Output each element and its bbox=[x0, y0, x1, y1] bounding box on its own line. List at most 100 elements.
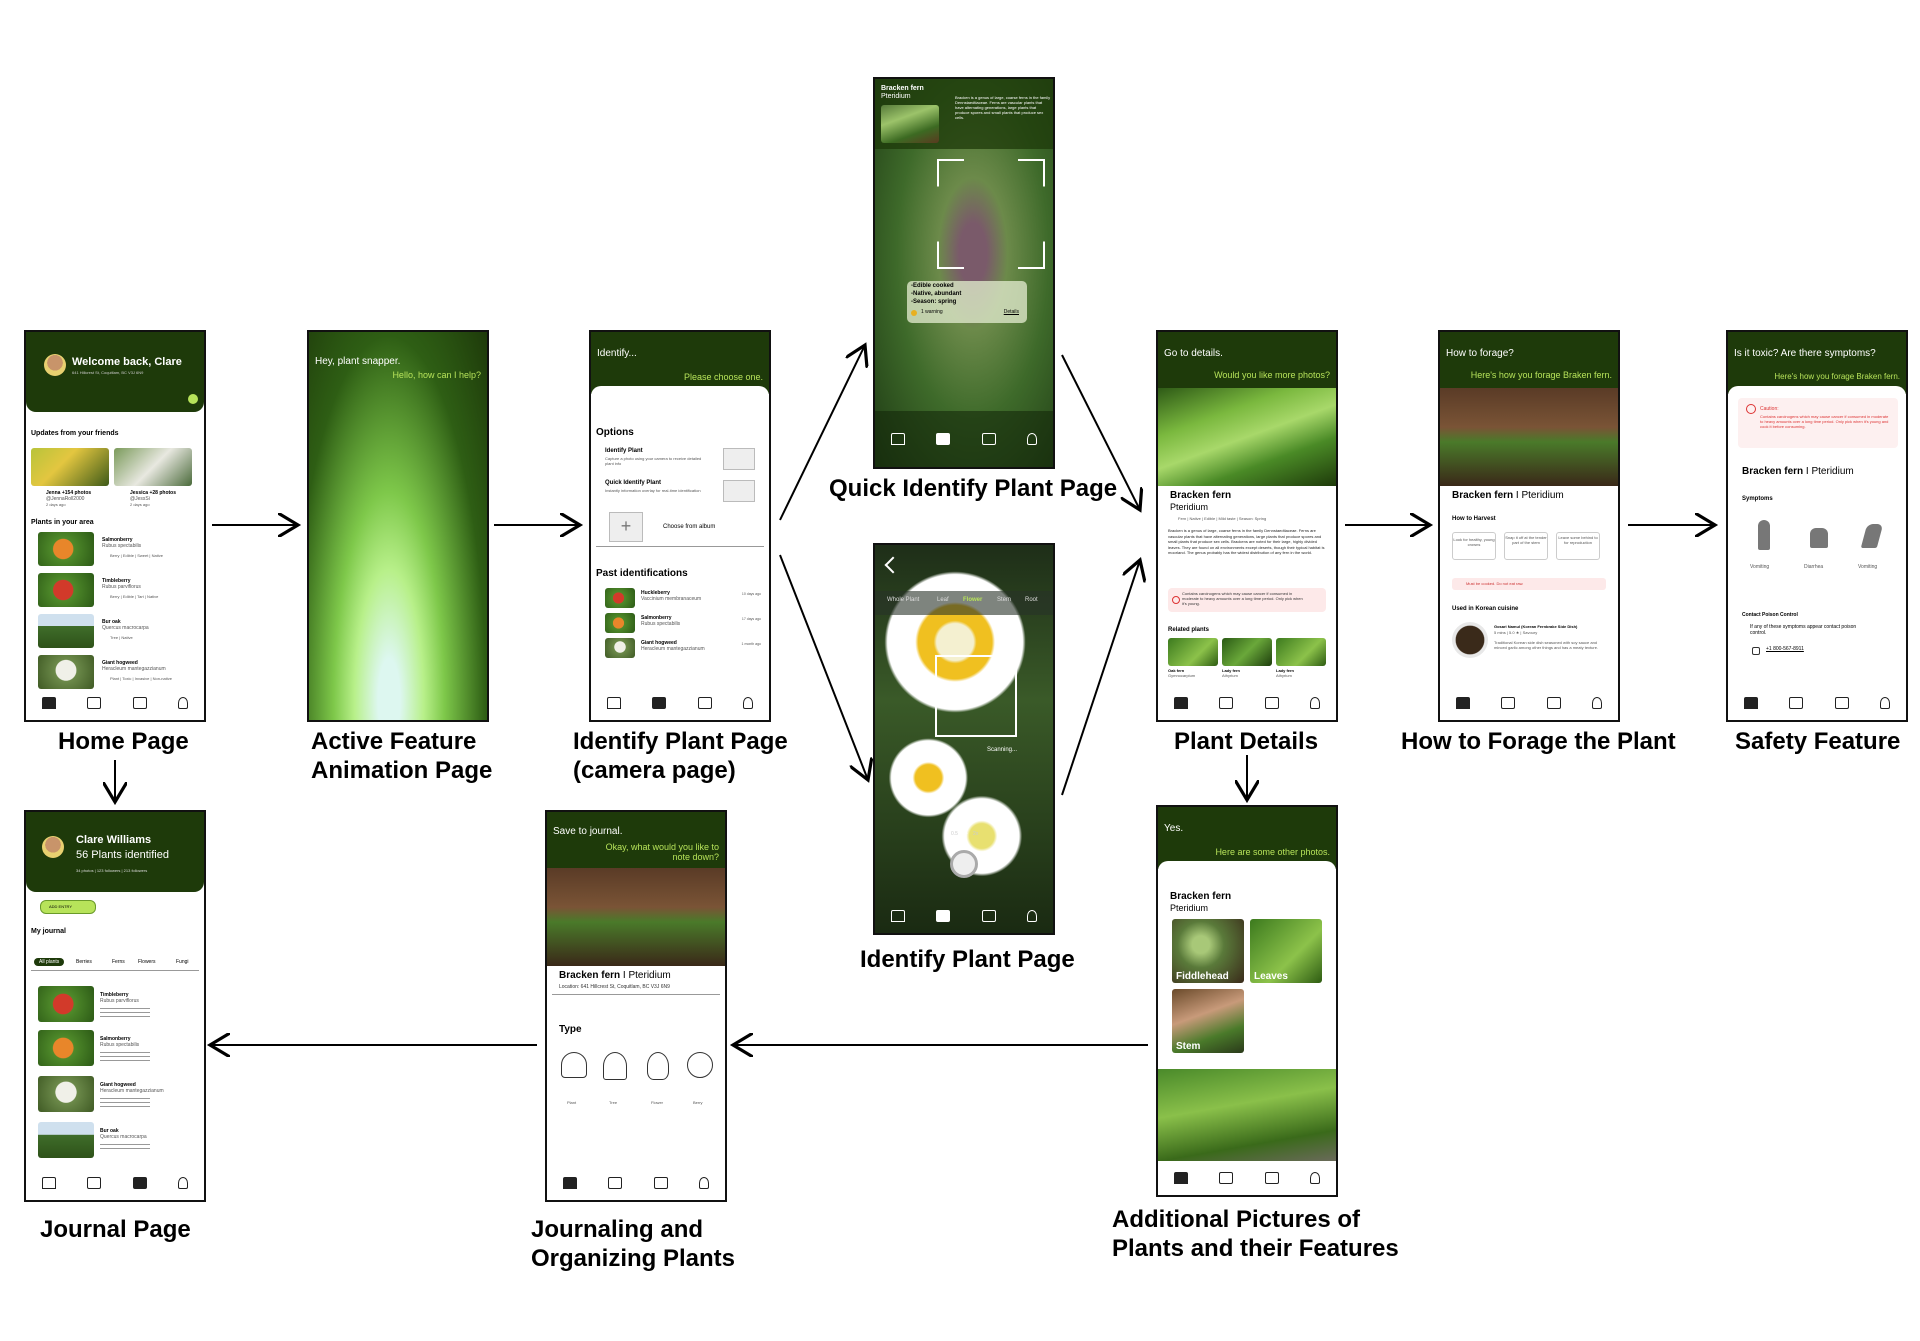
camera-icon[interactable] bbox=[936, 910, 951, 922]
home-icon[interactable] bbox=[1173, 1172, 1188, 1184]
plant-type-icon[interactable] bbox=[561, 1052, 587, 1078]
journal-thumb[interactable] bbox=[38, 1122, 94, 1158]
zoom-option[interactable]: 2x bbox=[973, 831, 978, 837]
details-warning-text: Contains carcinogens which may cause can… bbox=[1182, 591, 1303, 606]
home-icon[interactable] bbox=[1173, 697, 1188, 709]
active-line2: Hello, how can I help? bbox=[392, 370, 481, 380]
contact-text: If any of these symptoms appear contact … bbox=[1750, 624, 1857, 636]
camera-icon[interactable] bbox=[1789, 697, 1804, 709]
profile-icon[interactable] bbox=[1310, 1172, 1321, 1184]
journal-icon[interactable] bbox=[1264, 697, 1279, 709]
journal-icon[interactable] bbox=[1546, 697, 1561, 709]
home-icon[interactable] bbox=[1743, 697, 1758, 709]
berry-type-icon[interactable] bbox=[687, 1052, 713, 1078]
home-icon[interactable] bbox=[41, 697, 56, 709]
profile-icon[interactable] bbox=[1592, 697, 1603, 709]
camera-icon[interactable] bbox=[87, 697, 102, 709]
journal-icon[interactable] bbox=[653, 1177, 668, 1189]
symptom-label: Vomiting bbox=[1750, 564, 1770, 570]
camera-icon[interactable] bbox=[1219, 697, 1234, 709]
past-thumb[interactable] bbox=[605, 638, 635, 658]
harvest-step: Snap it off at the tender part of the st… bbox=[1504, 532, 1548, 560]
camera-icon[interactable] bbox=[1219, 1172, 1234, 1184]
add-album-button[interactable]: + bbox=[609, 512, 643, 542]
tab-root[interactable]: Root bbox=[1025, 597, 1038, 603]
option1-button[interactable] bbox=[723, 448, 755, 470]
journal-thumb[interactable] bbox=[38, 1030, 94, 1066]
quick-facts-card[interactable]: -Edible cooked -Native, abundant -Season… bbox=[907, 281, 1027, 323]
filter-berries[interactable]: Berries bbox=[76, 959, 92, 965]
journal-thumb[interactable] bbox=[38, 986, 94, 1022]
past-thumb[interactable] bbox=[605, 613, 635, 633]
back-icon[interactable] bbox=[884, 556, 902, 574]
tab-whole-plant[interactable]: Whole Plant bbox=[887, 597, 919, 603]
zoom-option[interactable]: 0.5 bbox=[951, 831, 958, 837]
journal-icon[interactable] bbox=[981, 910, 996, 922]
camera-icon[interactable] bbox=[87, 1177, 102, 1189]
additional-line2: Here are some other photos. bbox=[1215, 847, 1330, 857]
journal-thumb[interactable] bbox=[38, 1076, 94, 1112]
past-time: 10 days ago bbox=[741, 592, 761, 596]
plant-thumb[interactable] bbox=[38, 655, 94, 689]
diarrhea-icon bbox=[1810, 528, 1828, 548]
add-entry-button[interactable]: ADD ENTRY bbox=[40, 900, 96, 914]
option2-button[interactable] bbox=[723, 480, 755, 502]
mic-icon[interactable] bbox=[188, 394, 198, 404]
filter-flowers[interactable]: Flowers bbox=[138, 959, 156, 965]
safety-line2: Here's how you forage Braken fern. bbox=[1774, 372, 1900, 381]
shutter-button[interactable] bbox=[950, 850, 978, 878]
friend2-photo[interactable] bbox=[114, 448, 192, 486]
tree-type-icon[interactable] bbox=[603, 1052, 627, 1080]
scanning-text: Scanning... bbox=[987, 747, 1018, 753]
profile-icon[interactable] bbox=[1880, 697, 1891, 709]
home-icon[interactable] bbox=[890, 433, 905, 445]
tab-leaf[interactable]: Leaf bbox=[937, 597, 949, 603]
must-cook-banner[interactable]: Must be cooked. Do not eat raw. bbox=[1452, 578, 1606, 590]
camera-icon[interactable] bbox=[1501, 697, 1516, 709]
home-icon[interactable] bbox=[562, 1177, 577, 1189]
symptom-label: Diarrhea bbox=[1804, 564, 1824, 570]
journal-icon[interactable] bbox=[132, 697, 147, 709]
home-icon[interactable] bbox=[41, 1177, 56, 1189]
profile-icon[interactable] bbox=[743, 697, 754, 709]
tab-stem[interactable]: Stem bbox=[997, 597, 1011, 603]
journal-icon[interactable] bbox=[132, 1177, 147, 1189]
camera-icon[interactable] bbox=[608, 1177, 623, 1189]
past-thumb[interactable] bbox=[605, 588, 635, 608]
journal-icon[interactable] bbox=[981, 433, 996, 445]
dish-photo[interactable] bbox=[1452, 622, 1488, 658]
journal-icon[interactable] bbox=[697, 697, 712, 709]
profile-icon[interactable] bbox=[1027, 433, 1038, 445]
journal-icon[interactable] bbox=[1264, 1172, 1279, 1184]
profile-icon[interactable] bbox=[699, 1177, 710, 1189]
phone-link[interactable]: +1 800-567-8911 bbox=[1766, 646, 1804, 652]
zoom-option[interactable]: 1x bbox=[961, 830, 968, 836]
journal-screen: Clare Williams 56 Plants identified 34 p… bbox=[24, 810, 206, 1202]
identify-line2: Please choose one. bbox=[683, 372, 763, 382]
caption-journaling-1: Journaling and bbox=[531, 1216, 704, 1243]
home-icon[interactable] bbox=[606, 697, 621, 709]
home-icon[interactable] bbox=[890, 910, 905, 922]
plant-thumb[interactable] bbox=[38, 614, 94, 648]
flower-type-icon[interactable] bbox=[647, 1052, 669, 1080]
tab-flower[interactable]: Flower bbox=[963, 597, 982, 603]
profile-icon[interactable] bbox=[178, 1177, 189, 1189]
plant-thumb[interactable] bbox=[38, 532, 94, 566]
filter-all[interactable]: All plants bbox=[34, 958, 65, 966]
profile-icon[interactable] bbox=[1027, 910, 1038, 922]
quick-details-link[interactable]: Details bbox=[1004, 309, 1019, 315]
filter-fungi[interactable]: Fungi bbox=[176, 959, 189, 965]
profile-icon[interactable] bbox=[178, 697, 189, 709]
journal-icon[interactable] bbox=[1834, 697, 1849, 709]
profile-icon[interactable] bbox=[1310, 697, 1321, 709]
details-warning[interactable]: Contains carcinogens which may cause can… bbox=[1168, 588, 1326, 612]
camera-icon[interactable] bbox=[936, 433, 951, 445]
camera-icon[interactable] bbox=[652, 697, 667, 709]
related-photo[interactable] bbox=[1168, 638, 1218, 666]
friend1-photo[interactable] bbox=[31, 448, 109, 486]
home-icon[interactable] bbox=[1455, 697, 1470, 709]
related-photo[interactable] bbox=[1222, 638, 1272, 666]
related-photo[interactable] bbox=[1276, 638, 1326, 666]
plant-thumb[interactable] bbox=[38, 573, 94, 607]
filter-ferns[interactable]: Ferns bbox=[112, 959, 125, 965]
